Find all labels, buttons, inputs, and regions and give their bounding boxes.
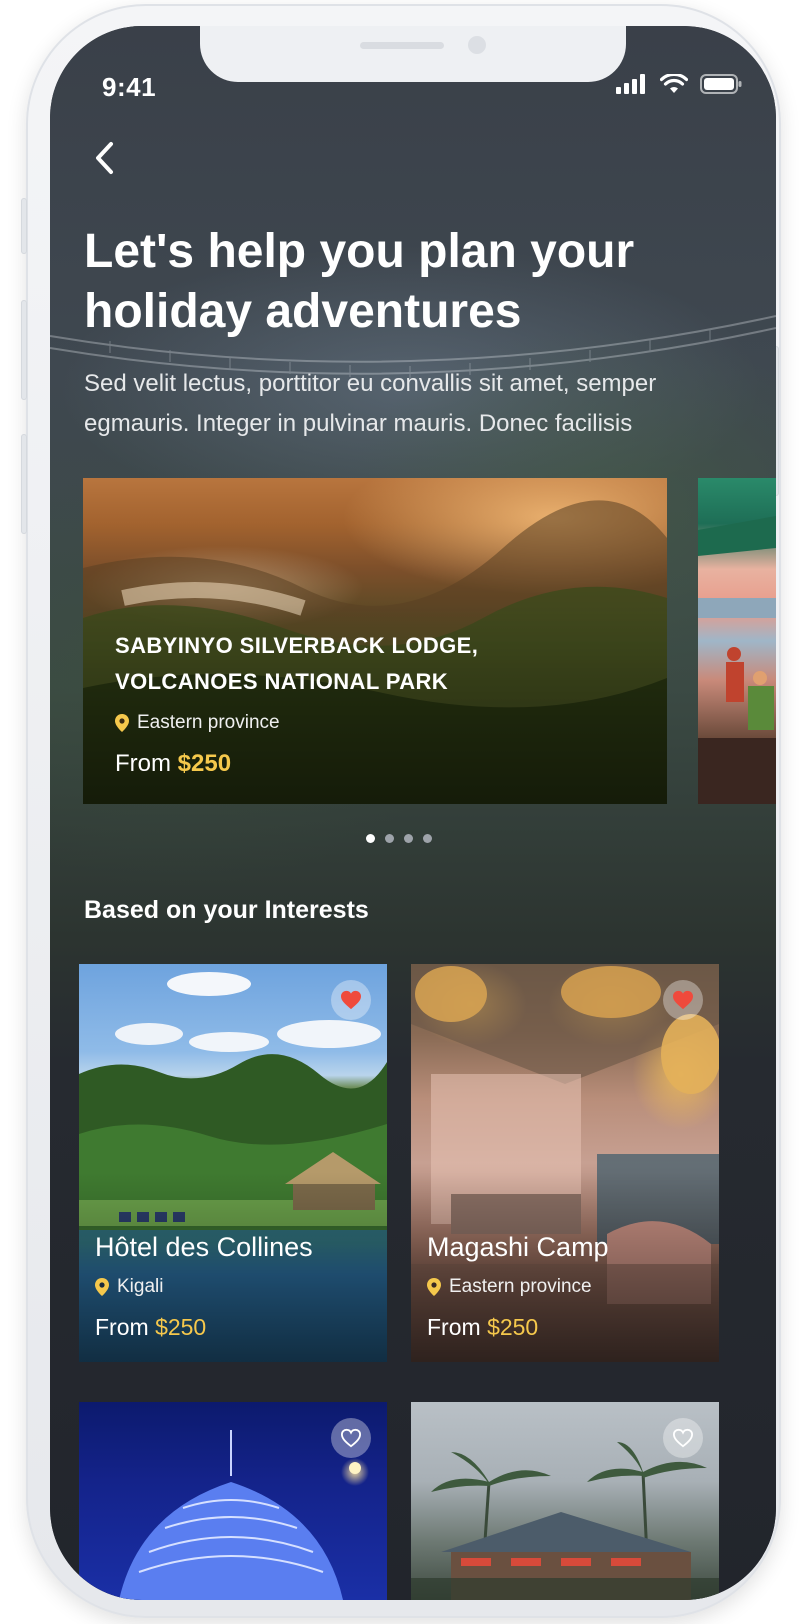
featured-card[interactable]: SABYINYO SILVERBACK LODGE, VOLCANOES NAT… <box>83 478 667 804</box>
device-notch <box>200 26 626 82</box>
battery-icon <box>700 74 742 94</box>
heart-filled-icon <box>673 990 693 1010</box>
featured-card-price-prefix: From <box>115 750 171 777</box>
listing-card-hotel-des-collines[interactable]: Hôtel des Collines Kigali From $250 <box>79 964 387 1362</box>
heart-outline-icon <box>340 1428 362 1448</box>
favorite-button[interactable] <box>331 980 371 1020</box>
featured-card-price-value: $250 <box>177 750 232 777</box>
listing-card-price: From $250 <box>95 1314 206 1341</box>
page-title: Let's help you plan your holiday adventu… <box>84 222 724 342</box>
heart-outline-icon <box>672 1428 694 1448</box>
featured-card-title: SABYINYO SILVERBACK LODGE, VOLCANOES NAT… <box>115 628 635 700</box>
listing-card-price-value: $250 <box>487 1314 539 1340</box>
page-title-line-2: holiday adventures <box>84 285 522 338</box>
page-title-line-1: Let's help you plan your <box>84 225 635 278</box>
location-pin-icon <box>115 714 129 732</box>
listing-card-price-value: $250 <box>155 1314 207 1340</box>
listing-card-title: Magashi Camp <box>427 1232 609 1262</box>
chevron-left-icon <box>96 142 113 174</box>
listing-card-4[interactable] <box>411 1402 719 1600</box>
featured-card-price: From $250 <box>115 750 231 778</box>
location-pin-icon <box>95 1278 109 1296</box>
carousel-dot-4[interactable] <box>423 834 432 843</box>
featured-card-location-text: Eastern province <box>137 712 280 733</box>
listing-card-location: Kigali <box>95 1276 163 1298</box>
mute-switch <box>21 198 27 254</box>
featured-card-next-image <box>698 516 776 804</box>
page-subtitle: Sed velit lectus, porttitor eu convallis… <box>84 364 724 444</box>
listing-card-price: From $250 <box>427 1314 538 1341</box>
listing-card-3[interactable] <box>79 1402 387 1600</box>
featured-card-location: Eastern province <box>115 712 280 734</box>
favorite-button[interactable] <box>663 1418 703 1458</box>
location-pin-icon <box>427 1278 441 1296</box>
listing-card-location-text: Kigali <box>117 1276 164 1297</box>
status-icons <box>616 74 742 94</box>
listing-card-title: Hôtel des Collines <box>95 1232 313 1262</box>
speaker-grille <box>360 42 444 49</box>
featured-card-title-line-1: SABYINYO SILVERBACK LODGE, <box>115 633 479 658</box>
carousel-dot-2[interactable] <box>385 834 394 843</box>
carousel-dot-3[interactable] <box>404 834 413 843</box>
favorite-button[interactable] <box>331 1418 371 1458</box>
signal-icon <box>616 74 645 94</box>
wifi-icon <box>660 74 688 93</box>
favorite-button[interactable] <box>663 980 703 1020</box>
carousel-dot-1[interactable] <box>366 834 375 843</box>
listing-card-location-text: Eastern province <box>449 1276 592 1297</box>
carousel-pagination <box>366 834 432 843</box>
app-screen: 9:41 Let's help you plan your holiday ad… <box>50 26 776 1600</box>
volume-up-button <box>21 300 27 400</box>
heart-filled-icon <box>341 990 361 1010</box>
page-subtitle-line-1: Sed velit lectus, porttitor eu convallis… <box>84 370 657 397</box>
listing-card-magashi-camp[interactable]: Magashi Camp Eastern province From $250 <box>411 964 719 1362</box>
back-button[interactable] <box>84 138 124 178</box>
volume-down-button <box>21 434 27 534</box>
section-title-interests: Based on your Interests <box>84 896 369 924</box>
status-time: 9:41 <box>102 72 157 102</box>
listing-card-price-prefix: From <box>427 1314 481 1340</box>
featured-card-next-peek[interactable] <box>698 478 776 804</box>
listing-card-price-prefix: From <box>95 1314 149 1340</box>
featured-card-title-line-2: VOLCANOES NATIONAL PARK <box>115 669 449 694</box>
listing-card-location: Eastern province <box>427 1276 592 1298</box>
front-camera <box>468 36 486 54</box>
page-subtitle-line-2: egmauris. Integer in pulvinar mauris. Do… <box>84 410 633 437</box>
